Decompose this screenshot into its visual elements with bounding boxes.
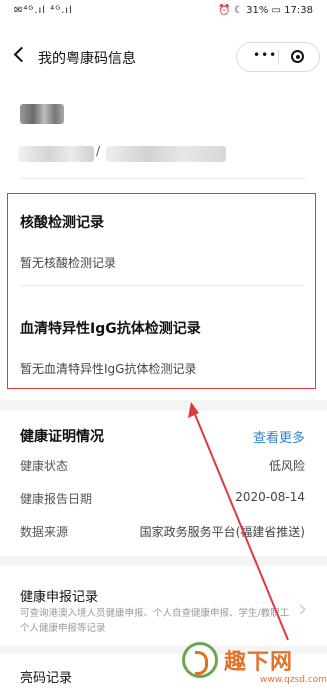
divider (20, 285, 304, 286)
close-mini-program-icon[interactable] (291, 50, 304, 63)
watermark: 趣下网 www.qzsd.com (178, 638, 327, 692)
health-status-label: 健康状态 (20, 459, 69, 473)
divider (20, 178, 307, 179)
report-date-label: 健康报告日期 (20, 492, 93, 506)
page-title: 我的粤康码信息 (38, 51, 136, 67)
watermark-logo-icon (182, 642, 218, 678)
chevron-right-icon (295, 604, 306, 615)
blurred-id-part-1 (18, 146, 94, 162)
nav-bar: 我的粤康码信息 ••• (0, 36, 327, 80)
health-certificate-title: 健康证明情况 (20, 429, 104, 445)
code-record-title[interactable]: 亮码记录 (20, 667, 72, 686)
blurred-id-part-2 (106, 146, 226, 162)
section-gap (0, 400, 327, 410)
watermark-brand: 趣下网 (224, 650, 294, 675)
back-arrow-icon[interactable] (13, 46, 30, 63)
report-date-value: 2020-08-14 (235, 490, 305, 504)
blurred-name (20, 104, 64, 124)
mini-program-capsule: ••• (236, 42, 320, 72)
data-source-value: 国家政务服务平台(福建省推送) (139, 525, 305, 539)
nucleic-test-title: 核酸检测记录 (20, 215, 104, 231)
view-more-link[interactable]: 查看更多 (253, 427, 305, 446)
status-bar: ✉⁴ᴳ.ıl ⁴ᴳ.ıl ⏰ ☾ 31% ▭ 17:38 (0, 0, 327, 22)
watermark-url: www.qzsd.com (260, 675, 327, 685)
antibody-test-title: 血清特异性IgG抗体检测记录 (20, 321, 201, 337)
health-declaration-title: 健康申报记录 (20, 590, 99, 605)
health-status-value: 低风险 (268, 459, 305, 473)
signal-indicators: ✉⁴ᴳ.ıl ⁴ᴳ.ıl (14, 5, 73, 16)
id-separator: / (96, 144, 101, 158)
status-right: ⏰ ☾ 31% ▭ 17:38 (218, 5, 313, 16)
antibody-test-empty: 暂无血清特异性IgG抗体检测记录 (20, 362, 197, 376)
data-source-label: 数据来源 (20, 525, 69, 539)
capsule-divider (278, 50, 279, 65)
nucleic-test-empty: 暂无核酸检测记录 (20, 256, 117, 270)
more-options-icon[interactable]: ••• (253, 48, 277, 62)
health-declaration-desc: 可查询港澳入境人员健康申报、个人自查健康申报、学生/教职工个人健康申报等记录 (20, 608, 290, 634)
section-gap (0, 556, 327, 566)
